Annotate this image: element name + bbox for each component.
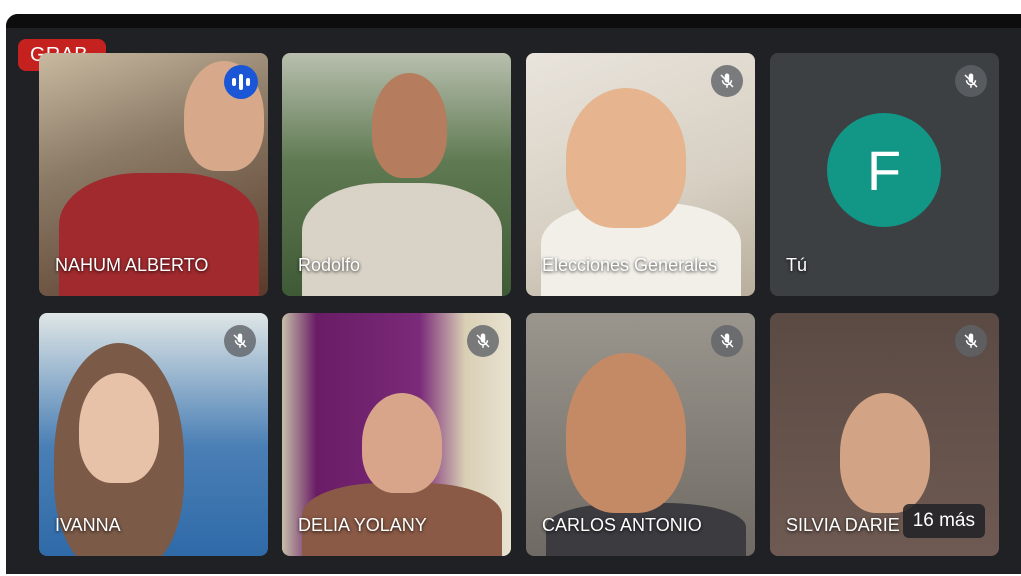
mic-off-icon <box>955 325 987 357</box>
participant-tile[interactable]: Rodolfo <box>282 53 511 296</box>
participant-video <box>59 173 259 296</box>
mic-off-icon <box>711 325 743 357</box>
participant-name: IVANNA <box>55 515 121 535</box>
participant-name: Elecciones Generales <box>542 255 718 275</box>
participant-name: Rodolfo <box>298 255 361 275</box>
participant-tile[interactable]: CARLOS ANTONIO <box>526 313 755 556</box>
participant-tile[interactable]: SILVIA DARIE 16 más <box>770 313 999 556</box>
mic-off-icon <box>467 325 499 357</box>
participant-tile[interactable]: DELIA YOLANY <box>282 313 511 556</box>
participant-tile[interactable]: IVANNA <box>39 313 268 556</box>
participant-tile[interactable]: Elecciones Generales <box>526 53 755 296</box>
mic-off-icon <box>955 65 987 97</box>
participant-name: CARLOS ANTONIO <box>542 515 702 535</box>
participant-tile-self[interactable]: F Tú <box>770 53 999 296</box>
speaking-indicator-icon <box>224 65 258 99</box>
participant-name: DELIA YOLANY <box>298 515 427 535</box>
participant-video <box>302 183 502 296</box>
top-bar <box>6 14 1021 28</box>
more-participants-button[interactable]: 16 más <box>902 504 985 538</box>
mic-off-icon <box>711 65 743 97</box>
participant-tile[interactable]: NAHUM ALBERTO <box>39 53 268 296</box>
participant-name: Tú <box>786 255 808 275</box>
mic-off-icon <box>224 325 256 357</box>
meeting-grid: GRAB. NAHUM ALBERTO Rodolfo Elecciones G… <box>6 14 1021 574</box>
participant-name: NAHUM ALBERTO <box>55 255 209 275</box>
avatar: F <box>827 113 941 227</box>
participant-name: SILVIA DARIE <box>786 515 900 535</box>
